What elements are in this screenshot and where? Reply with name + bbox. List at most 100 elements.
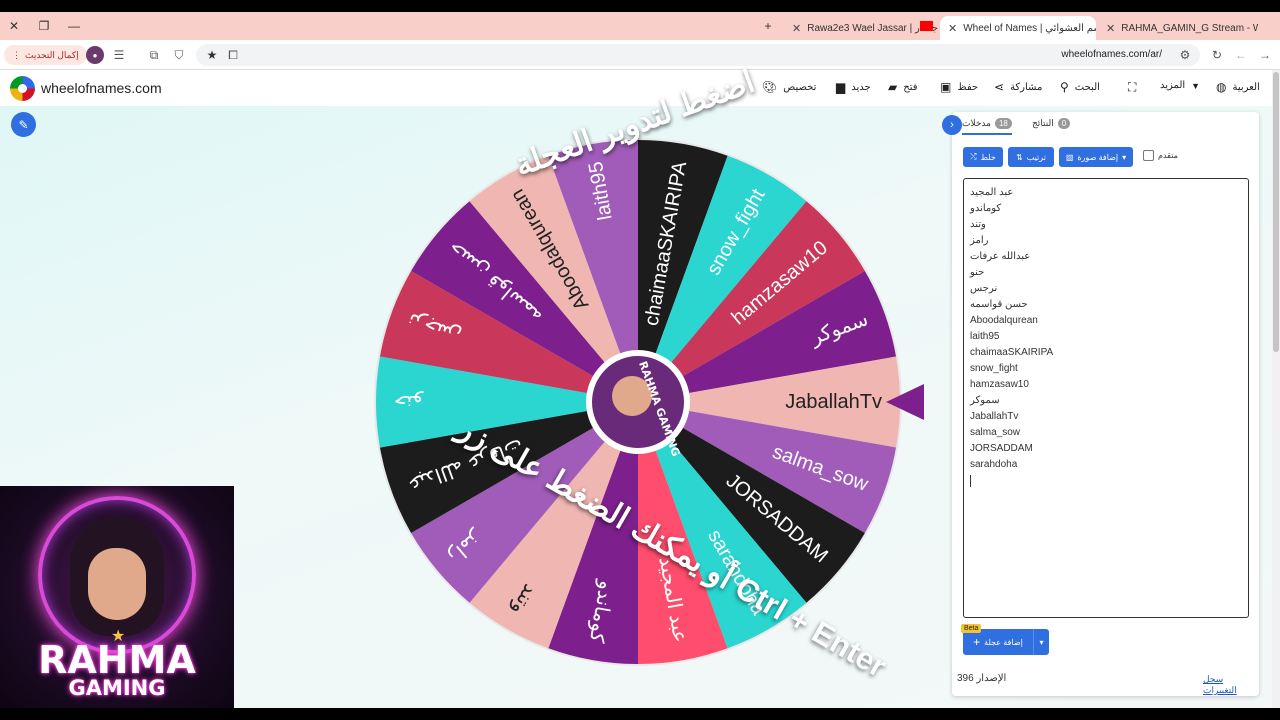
site-header: wheelofnames.com 🎨︎ تخصيص ▆ جديد ▰ فتح ▣… xyxy=(0,70,1280,106)
forward-icon[interactable]: ← xyxy=(1232,46,1250,64)
advanced-label: متقدم xyxy=(1158,151,1178,160)
add-image-button[interactable]: ▨ إضافة صورة ▾ xyxy=(1059,147,1133,167)
cast-icon[interactable]: ⧠ xyxy=(224,46,242,64)
results-count-badge: 0 xyxy=(1057,118,1071,129)
entries-textarea[interactable]: عبد المجيد كوماندو وتند رامز عبدالله عرفات حن… xyxy=(963,178,1249,618)
new-tab-icon[interactable]: + xyxy=(756,12,780,40)
site-logo-text[interactable]: wheelofnames.com xyxy=(41,80,162,96)
wheel-segment-label: JaballahTv xyxy=(785,391,882,413)
browser-toolbar: ⋮ إكمال التحديث ● ☰ ⧉ ⛉ ★ ⧠ wheelofnames… xyxy=(0,40,1280,70)
page-scrollbar[interactable] xyxy=(1272,70,1280,708)
panel-tabs: مدخلات 18 النتائج 0 xyxy=(952,112,1259,136)
nav-more-button[interactable]: المزيد ▼ xyxy=(1160,80,1200,91)
entry-line: حسن قواسمه xyxy=(970,299,1028,310)
tab-entries[interactable]: مدخلات 18 xyxy=(962,118,1012,135)
beta-badge: Beta xyxy=(961,624,982,633)
chevron-down-icon: ▼ xyxy=(1191,80,1201,91)
shuffle-button[interactable]: ⤮ خلط xyxy=(963,147,1003,167)
palette-icon: 🎨︎ xyxy=(762,80,778,94)
tab-close-icon[interactable]: ✕ xyxy=(792,22,801,35)
app-root: ✕ ❐ — + ✕ RAHMA_GAMIN_G Stream - W ✕ Whe… xyxy=(0,0,1280,720)
nav-language-button[interactable]: ◍ العربية xyxy=(1216,80,1260,94)
text-caret xyxy=(970,475,971,487)
tab-close-icon[interactable]: ✕ xyxy=(1106,22,1115,35)
shuffle-label: خلط xyxy=(980,152,996,162)
nav-customize-button[interactable]: 🎨︎ تخصيص xyxy=(762,80,816,94)
nav-new-button[interactable]: ▆ جديد xyxy=(836,80,871,94)
window-minimize-icon[interactable]: — xyxy=(62,12,86,40)
entry-line: Aboodalqurean xyxy=(970,315,1038,326)
entry-line: وتند xyxy=(970,219,986,230)
entry-line: عبدالله عرفات xyxy=(970,251,1031,262)
entry-line: JaballahTv xyxy=(970,411,1019,422)
add-image-label: إضافة صورة xyxy=(1077,152,1119,162)
nav-share-label: مشاركة xyxy=(1010,81,1043,93)
webcam-title-line2: GAMING xyxy=(68,676,166,700)
browser-tab-wheel[interactable]: ✕ Wheel of Names | سم العشوائي xyxy=(940,16,1096,40)
nav-open-button[interactable]: ▰ فتح xyxy=(888,80,918,94)
fullscreen-button[interactable]: ⛶ xyxy=(1128,80,1136,95)
save-icon: ▣ xyxy=(940,80,952,94)
shield-icon[interactable]: ⛉ xyxy=(170,46,188,64)
entry-line: نرجس xyxy=(970,283,998,294)
bottom-strip xyxy=(0,708,1280,720)
window-close-icon[interactable]: ✕ xyxy=(2,12,26,40)
site-logo-icon[interactable] xyxy=(10,76,35,101)
wheel-pointer xyxy=(886,384,924,420)
nav-search-label: البحث xyxy=(1074,81,1100,93)
address-bar[interactable]: ★ ⧠ wheelofnames.com/ar/ ⚙ xyxy=(196,44,1200,66)
entries-panel: مدخلات 18 النتائج 0 ⤮ خلط ⇅ ترتيب ▨ إضاف… xyxy=(952,112,1259,696)
tab-title: RAHMA_GAMIN_G Stream - W xyxy=(1121,22,1258,34)
tab-results-label: النتائج xyxy=(1032,118,1054,128)
nav-search-button[interactable]: ⚲ البحث xyxy=(1060,80,1100,94)
bookmark-star-icon[interactable]: ★ xyxy=(203,46,221,64)
chevron-down-icon: ▾ xyxy=(1039,637,1044,647)
sort-icon: ⇅ xyxy=(1016,152,1023,162)
advanced-checkbox[interactable] xyxy=(1143,150,1154,161)
edit-pencil-icon[interactable]: ✎ xyxy=(11,112,36,137)
nav-customize-label: تخصيص xyxy=(783,81,817,93)
entry-line: snow_fight xyxy=(970,363,1018,374)
entry-line: sarahdoha xyxy=(970,459,1018,470)
scrollbar-thumb[interactable] xyxy=(1273,72,1279,352)
wheel-segment-label: حنو xyxy=(394,391,424,413)
nav-save-button[interactable]: ▣ حفظ xyxy=(940,80,978,94)
tab-close-icon[interactable]: ✕ xyxy=(948,22,957,35)
fullscreen-icon: ⛶ xyxy=(1128,80,1137,94)
update-label: إكمال التحديث xyxy=(25,49,79,60)
tab-results[interactable]: النتائج 0 xyxy=(1032,118,1071,129)
site-settings-icon[interactable]: ⚙ xyxy=(1176,46,1194,64)
window-restore-icon[interactable]: ❐ xyxy=(32,12,56,40)
changelog-link[interactable]: سجل التغييرات xyxy=(1203,674,1259,696)
wheel[interactable]: عبد المجيد كوماندو وتند رامز عبدالله عرفات حن… xyxy=(372,136,904,668)
webcam-overlay: ★ RAHMA GAMING xyxy=(0,486,234,720)
entry-line: رامز xyxy=(970,235,989,246)
update-button[interactable]: ⋮ إكمال التحديث xyxy=(4,45,87,65)
version-info: 396 الإصدار xyxy=(957,673,1006,684)
plus-icon: + xyxy=(973,635,981,649)
entry-line: عبد المجيد xyxy=(970,187,1014,198)
entry-line: laith95 xyxy=(970,331,1000,342)
url-text: wheelofnames.com/ar/ xyxy=(1061,49,1162,60)
profile-avatar-icon[interactable]: ● xyxy=(86,46,104,64)
extensions-icon[interactable]: ⧉ xyxy=(145,46,163,64)
entry-line: كوماندو xyxy=(970,203,1002,214)
entry-line: chaimaaSKAIRIPA xyxy=(970,347,1054,358)
entry-line: سموكر xyxy=(970,395,1000,406)
collapse-panel-button[interactable]: › xyxy=(942,115,962,135)
browser-tab-stream[interactable]: ✕ RAHMA_GAMIN_G Stream - W xyxy=(1098,16,1258,40)
sort-button[interactable]: ⇅ ترتيب xyxy=(1008,147,1054,167)
version-label: الإصدار xyxy=(976,673,1007,684)
wheel-svg[interactable]: عبد المجيدكوماندووتندرامزعبدالله عرفاتحن… xyxy=(372,136,904,668)
nav-language-label: العربية xyxy=(1232,81,1260,93)
reading-list-icon[interactable]: ☰ xyxy=(110,46,128,64)
chevron-right-icon: › xyxy=(950,119,954,131)
add-wheel-dropdown[interactable]: ▾ xyxy=(1033,629,1049,655)
browser-tab-youtube[interactable]: ✕ Rawa2e3 Wael Jassar | ل جسار xyxy=(784,16,938,40)
entry-line: hamzasaw10 xyxy=(970,379,1029,390)
version-number: 396 xyxy=(957,673,974,684)
nav-more-label: المزيد xyxy=(1160,80,1186,91)
reload-icon[interactable]: ↻ xyxy=(1208,46,1226,64)
back-icon[interactable]: → xyxy=(1256,46,1274,64)
nav-share-button[interactable]: ⋖ مشاركة xyxy=(994,80,1042,94)
